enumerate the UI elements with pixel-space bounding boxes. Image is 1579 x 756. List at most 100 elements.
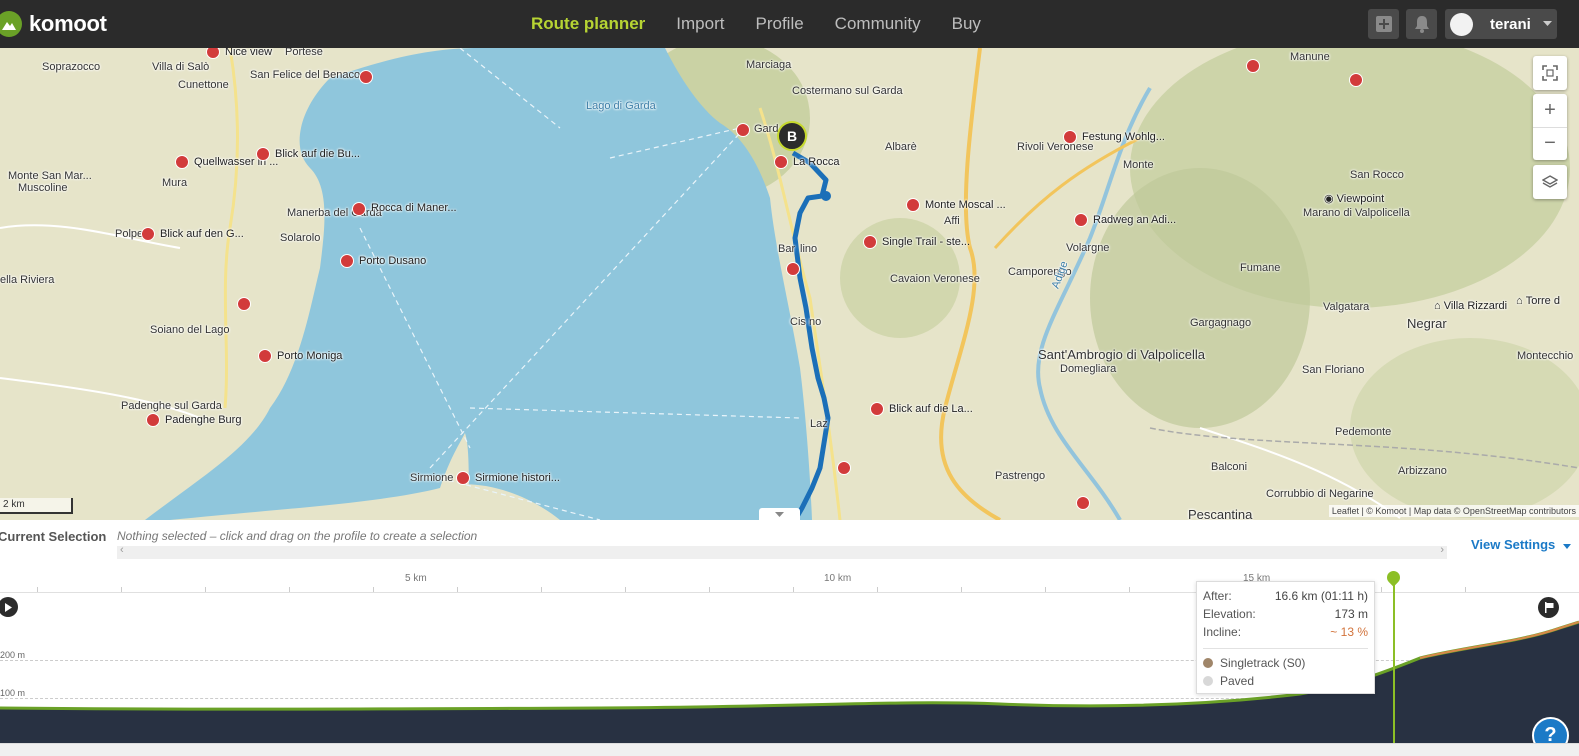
poi-marker[interactable] (146, 413, 160, 427)
map-label: Padenghe sul Garda (121, 400, 222, 412)
paved-dot (1203, 676, 1213, 686)
map-label: Cunettone (178, 79, 229, 91)
poi-marker[interactable] (1246, 59, 1260, 73)
map-label: no (809, 316, 822, 328)
scroll-right-icon[interactable]: › (1440, 544, 1444, 556)
poi-marker[interactable] (1074, 213, 1088, 227)
nav-profile[interactable]: Profile (755, 14, 803, 34)
poi-label: Single Trail - ste... (882, 236, 971, 248)
map-attribution[interactable]: Leaflet | © Komoot | Map data © OpenStre… (1328, 505, 1579, 517)
poi-label: Rocca di Maner... (371, 202, 457, 214)
poi-label: Radweg an Adi... (1093, 214, 1177, 226)
view-settings-button[interactable]: View Settings (1471, 537, 1571, 552)
poi-label: Monte Moscal ... (925, 199, 1006, 211)
route-map[interactable]: Soprazocco Villa di Salò Portese San Fel… (0, 48, 1579, 520)
notifications-button[interactable] (1406, 9, 1437, 39)
map-label: San Felice del Benaco (250, 69, 361, 81)
poi-label-text: Villa Rizzardi (1443, 300, 1508, 312)
poi-marker[interactable] (1349, 73, 1363, 87)
poi-marker[interactable] (786, 262, 800, 276)
poi-marker[interactable] (340, 254, 354, 268)
view-settings-label: View Settings (1471, 537, 1556, 552)
bottom-strip (0, 743, 1579, 756)
map-label: Marciaga (746, 59, 792, 71)
poi-marker[interactable] (870, 402, 884, 416)
poi-label: Blick auf die La... (889, 403, 973, 415)
map-label: Pastrengo (995, 470, 1046, 482)
poi-marker[interactable] (863, 235, 877, 249)
waypoint-b-marker[interactable]: B (777, 121, 807, 151)
poi-marker[interactable] (736, 123, 750, 137)
poi-label-text: Torre d (1525, 295, 1560, 307)
legend-label: Singletrack (S0) (1220, 656, 1306, 670)
poi-label: ⌂ Villa Rizzardi (1434, 300, 1508, 312)
elevation-label: Elevation: (1203, 607, 1256, 621)
map-label: Valgatara (1323, 301, 1370, 313)
map-label: lino (800, 243, 818, 255)
nav-buy[interactable]: Buy (952, 14, 981, 34)
map-label: Monte San Mar... (8, 170, 92, 182)
fullscreen-icon (1542, 65, 1558, 81)
zoom-in-button[interactable]: + (1533, 94, 1567, 128)
komoot-logo-icon (0, 11, 22, 37)
map-label: Sirmione (410, 472, 454, 484)
poi-marker[interactable] (774, 155, 788, 169)
chevron-down-icon (1562, 544, 1571, 549)
map-label: Arbizzano (1398, 465, 1447, 477)
poi-marker[interactable] (837, 461, 851, 475)
poi-marker[interactable] (1076, 496, 1090, 510)
poi-marker[interactable] (1063, 130, 1077, 144)
map-label: Monte (1123, 159, 1154, 171)
map-scale: 2 km (0, 498, 73, 514)
map-label: Bar (778, 243, 796, 255)
scroll-left-icon[interactable]: ‹ (120, 544, 124, 556)
map-label: Corrubbio di Negarine (1266, 488, 1374, 500)
map-label: Domegliara (1060, 363, 1117, 375)
map-label: Negrar (1407, 316, 1447, 331)
map-label: San Floriano (1302, 364, 1365, 376)
main-nav: Route planner Import Profile Community B… (531, 0, 1012, 48)
poi-marker[interactable] (256, 147, 270, 161)
selection-bar: Current Selection Nothing selected – cli… (0, 520, 1579, 569)
komoot-logo[interactable]: komoot (0, 10, 107, 38)
after-value: 16.6 km (01:11 h) (1274, 589, 1368, 603)
tooltip-legend-item: Singletrack (S0) (1203, 656, 1305, 670)
brand-name: komoot (29, 11, 107, 36)
tooltip-row-after: After: 16.6 km (01:11 h) (1203, 589, 1368, 605)
nav-community[interactable]: Community (835, 14, 921, 34)
user-menu[interactable]: terani (1445, 9, 1557, 39)
finish-flag-button[interactable] (1538, 597, 1559, 618)
poi-marker[interactable] (352, 202, 366, 216)
poi-label: Porto Moniga (277, 350, 343, 362)
poi-label: Sirmione histori... (475, 472, 560, 484)
zoom-out-button[interactable]: − (1533, 128, 1567, 161)
poi-marker[interactable] (175, 155, 189, 169)
map-label: Affi (944, 215, 960, 227)
layers-button[interactable] (1533, 165, 1567, 199)
map-label: Laz (810, 418, 828, 430)
map-label: Cis (790, 316, 806, 328)
poi-marker[interactable] (359, 70, 373, 84)
nav-import[interactable]: Import (676, 14, 724, 34)
profile-cursor-line[interactable] (1393, 578, 1395, 755)
fullscreen-button[interactable] (1533, 56, 1567, 90)
poi-label: ⌂ Torre d (1516, 295, 1560, 307)
collapse-map-button[interactable] (759, 508, 800, 520)
map-label: Montecchio (1517, 350, 1574, 362)
map-label: Muscoline (18, 182, 68, 194)
singletrack-dot (1203, 658, 1213, 668)
map-label: Balconi (1211, 461, 1248, 473)
poi-marker[interactable] (258, 349, 272, 363)
create-button[interactable] (1368, 9, 1399, 39)
nav-route-planner[interactable]: Route planner (531, 14, 645, 34)
poi-marker[interactable] (141, 227, 155, 241)
selection-scrollbar[interactable]: ‹ › (117, 544, 1447, 559)
poi-marker[interactable] (456, 471, 470, 485)
map-label: Manerba del Garda (287, 207, 382, 219)
incline-label: Incline: (1203, 625, 1242, 639)
chevron-down-icon (1542, 21, 1552, 26)
poi-marker[interactable] (906, 198, 920, 212)
poi-marker[interactable] (237, 297, 251, 311)
map-label: Gard (754, 123, 779, 135)
legend-label: Paved (1220, 674, 1255, 688)
